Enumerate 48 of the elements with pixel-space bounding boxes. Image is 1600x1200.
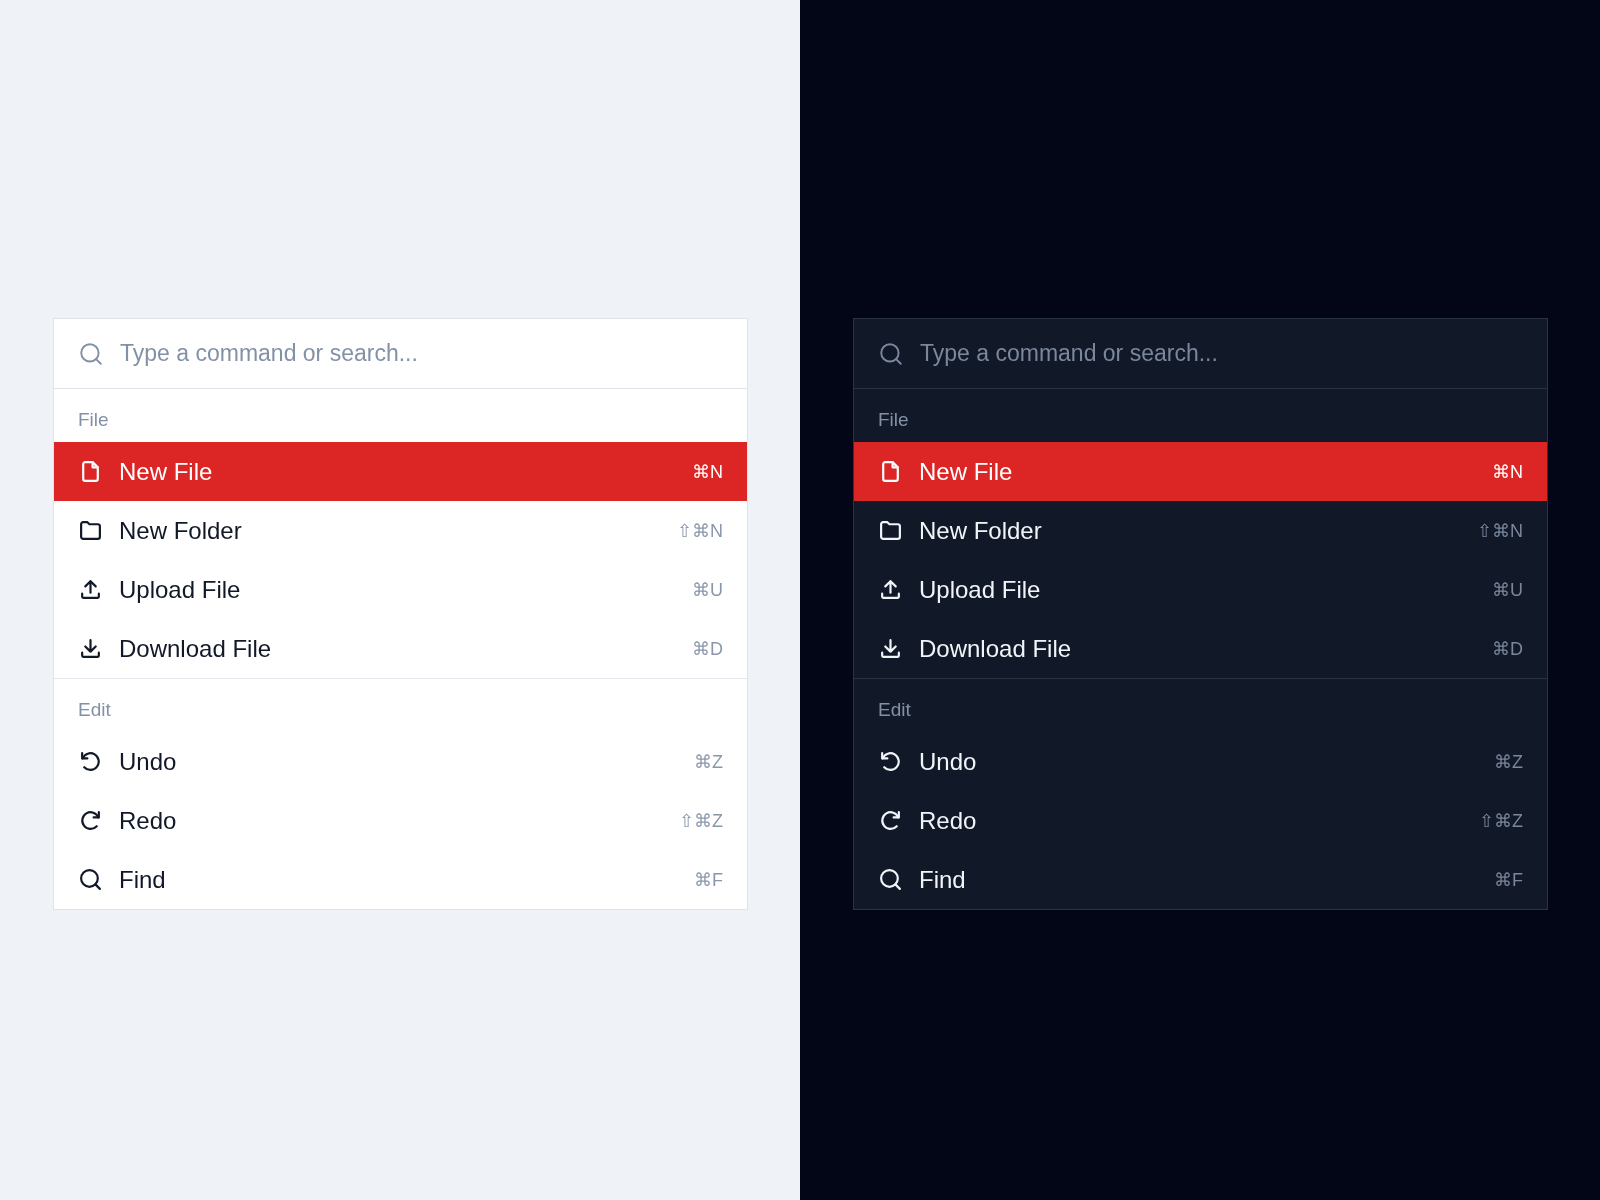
- keyboard-shortcut: ⌘N: [692, 460, 723, 483]
- command-item[interactable]: Redo ⇧⌘Z: [854, 791, 1547, 850]
- command-item[interactable]: Redo ⇧⌘Z: [54, 791, 747, 850]
- command-item[interactable]: Download File ⌘D: [854, 619, 1547, 678]
- keyboard-shortcut: ⌘Z: [1494, 750, 1523, 773]
- download-icon: [878, 636, 903, 661]
- upload-icon: [78, 577, 103, 602]
- download-icon: [78, 636, 103, 661]
- keyboard-shortcut: ⌘F: [1494, 868, 1523, 891]
- upload-icon: [878, 577, 903, 602]
- redo-icon: [878, 808, 903, 833]
- search-icon: [878, 867, 903, 892]
- command-item[interactable]: Download File ⌘D: [54, 619, 747, 678]
- group-heading: File: [878, 409, 909, 430]
- command-item[interactable]: Upload File ⌘U: [54, 560, 747, 619]
- group-heading: Edit: [878, 699, 911, 720]
- keyboard-shortcut: ⌘U: [1492, 578, 1523, 601]
- search-icon: [78, 340, 104, 367]
- redo-icon: [78, 808, 103, 833]
- command-item[interactable]: Undo ⌘Z: [54, 732, 747, 791]
- keyboard-shortcut: ⌘F: [694, 868, 723, 891]
- group-heading: Edit: [78, 699, 111, 720]
- keyboard-shortcut: ⌘D: [1492, 637, 1523, 660]
- command-item[interactable]: New Folder ⇧⌘N: [854, 501, 1547, 560]
- keyboard-shortcut: ⇧⌘Z: [1479, 809, 1523, 832]
- keyboard-shortcut: ⌘N: [1492, 460, 1523, 483]
- folder-icon: [878, 518, 903, 543]
- command-item[interactable]: Undo ⌘Z: [854, 732, 1547, 791]
- command-item[interactable]: Find ⌘F: [854, 850, 1547, 909]
- keyboard-shortcut: ⇧⌘N: [677, 519, 723, 542]
- keyboard-shortcut: ⇧⌘N: [1477, 519, 1523, 542]
- keyboard-shortcut: ⌘D: [692, 637, 723, 660]
- group-heading: File: [78, 409, 109, 430]
- undo-icon: [78, 749, 103, 774]
- undo-icon: [878, 749, 903, 774]
- command-item[interactable]: Upload File ⌘U: [854, 560, 1547, 619]
- search-icon: [78, 867, 103, 892]
- command-item[interactable]: Find ⌘F: [54, 850, 747, 909]
- search-icon: [878, 340, 904, 367]
- command-item[interactable]: New File ⌘N: [854, 442, 1547, 501]
- keyboard-shortcut: ⇧⌘Z: [679, 809, 723, 832]
- keyboard-shortcut: ⌘Z: [694, 750, 723, 773]
- command-item[interactable]: New File ⌘N: [54, 442, 747, 501]
- search-field[interactable]: Type a command or search...: [118, 339, 723, 368]
- search-field[interactable]: Type a command or search...: [918, 339, 1523, 368]
- command-item[interactable]: New Folder ⇧⌘N: [54, 501, 747, 560]
- folder-icon: [78, 518, 103, 543]
- keyboard-shortcut: ⌘U: [692, 578, 723, 601]
